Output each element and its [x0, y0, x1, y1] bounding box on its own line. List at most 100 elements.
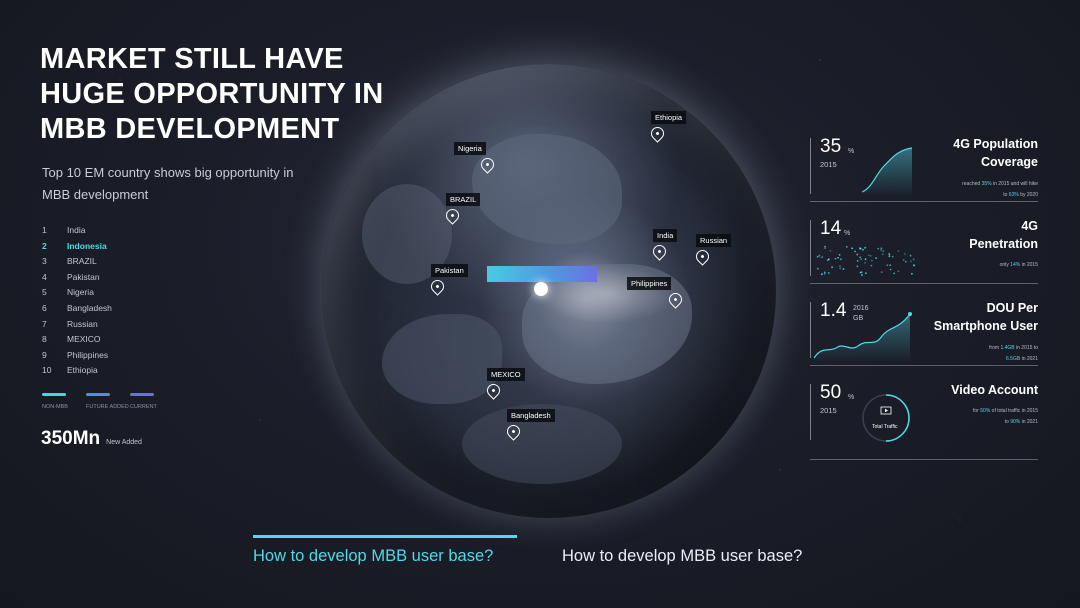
- divider: [810, 220, 811, 276]
- penetration-dot: [839, 265, 841, 268]
- country-list-item[interactable]: 4 Pakistan: [42, 270, 112, 286]
- country-rank: 1: [42, 225, 47, 235]
- penetration-dot: [862, 248, 864, 251]
- country-list-item[interactable]: 10 Ethiopia: [42, 363, 112, 379]
- legend-item-current: CURRENT: [130, 393, 162, 410]
- stat-description: only 14% in 2015: [999, 262, 1038, 268]
- map-pin-icon: [504, 422, 523, 441]
- map-marker-india[interactable]: India: [650, 225, 678, 261]
- penetration-dot: [870, 264, 873, 267]
- stat-description: from 1.4GB in 2015 to 6.5GB in 2021: [989, 345, 1038, 362]
- legend-swatch: [130, 393, 154, 396]
- country-rank: 10: [42, 365, 52, 376]
- penetration-dot: [826, 259, 829, 262]
- country-list-item[interactable]: 5 Nigeria: [42, 285, 112, 301]
- indonesia-data-bar: [487, 266, 597, 282]
- penetration-dot: [861, 274, 863, 276]
- penetration-dot: [854, 250, 856, 253]
- country-name: Bangladesh: [67, 302, 112, 313]
- stat-card-4g-penetration: 14 % 4G Penetration only 14% in 2015: [810, 214, 1038, 284]
- stat-year: 2015: [820, 406, 837, 415]
- penetration-dot: [867, 254, 870, 257]
- stat-card-video: 50 % 2015 Video Account for 50% of total…: [810, 378, 1038, 460]
- marker-label: Pakistan: [431, 264, 468, 277]
- new-added-value: 350Mn: [41, 428, 101, 449]
- map-pin-icon: [666, 290, 685, 309]
- divider: [810, 302, 811, 358]
- stat-card-4g-coverage: 35 % 2015 4G Population Coverage reached …: [810, 132, 1038, 202]
- tab-label: How to develop MBB user base?: [253, 547, 494, 565]
- penetration-dot: [859, 247, 861, 250]
- penetration-dot: [856, 260, 859, 262]
- marker-label: Bangladesh: [507, 409, 555, 422]
- map-marker-brazil[interactable]: BRAZIL: [443, 189, 481, 225]
- penetration-dot: [864, 247, 866, 249]
- map-pin-icon: [478, 155, 497, 174]
- country-list-item[interactable]: 8 MEXICO: [42, 332, 112, 348]
- country-name: Indonesia: [67, 240, 107, 251]
- penetration-dot: [824, 247, 826, 249]
- tab-active-indicator: [253, 535, 517, 538]
- penetration-dot: [881, 253, 884, 256]
- country-name: Philippines: [67, 349, 109, 360]
- country-rank: 3: [42, 256, 47, 267]
- map-marker-bangladesh[interactable]: Bangladesh: [504, 405, 555, 441]
- penetration-dot: [864, 258, 867, 261]
- penetration-dot: [888, 253, 891, 255]
- penetration-dot: [889, 268, 892, 271]
- penetration-dot: [893, 272, 896, 275]
- penetration-dot: [888, 255, 891, 257]
- country-rank: 9: [42, 349, 47, 360]
- penetration-dot: [816, 255, 819, 258]
- map-marker-mexico[interactable]: MEXICO: [484, 364, 525, 400]
- map-pin-icon: [648, 124, 667, 143]
- penetration-dot: [837, 256, 839, 259]
- country-name: Pakistan: [67, 271, 100, 282]
- page-subtitle: Top 10 EM country shows big opportunity …: [42, 165, 294, 202]
- penetration-dot: [851, 247, 854, 250]
- country-rank: 7: [42, 318, 47, 329]
- country-name: MEXICO: [67, 334, 101, 345]
- penetration-dot: [829, 250, 832, 252]
- landmass: [382, 314, 502, 404]
- legend-swatch: [42, 393, 66, 396]
- penetration-dot: [845, 246, 848, 248]
- penetration-dot: [821, 256, 823, 258]
- country-name: BRAZIL: [67, 256, 97, 267]
- country-list-item[interactable]: 9 Philippines: [42, 348, 112, 364]
- country-list-item[interactable]: 3 BRAZIL: [42, 254, 112, 270]
- map-pin-icon: [650, 242, 669, 261]
- country-rank: 2: [42, 240, 47, 251]
- map-marker-russian[interactable]: Russian: [693, 230, 732, 266]
- country-rank: 5: [42, 287, 47, 298]
- tab-mbb-user-base-active[interactable]: How to develop MBB user base?: [253, 535, 517, 566]
- penetration-dot: [834, 257, 837, 260]
- stat-description: for 50% of total traffic in 2015 to 90% …: [973, 408, 1038, 425]
- divider: [810, 138, 811, 194]
- donut-label: Total Traffic: [872, 424, 898, 430]
- tab-label: How to develop MBB user base?: [562, 547, 803, 565]
- map-marker-philippines[interactable]: Philippines: [627, 273, 685, 309]
- penetration-dot: [911, 272, 913, 275]
- stat-year: 2015: [820, 160, 837, 169]
- penetration-dot: [859, 256, 861, 259]
- country-list-item[interactable]: 6 Bangladesh: [42, 301, 112, 317]
- penetration-dot: [856, 265, 859, 268]
- country-list-item-active[interactable]: 2 Indonesia: [42, 239, 112, 255]
- country-list-item[interactable]: 1 India: [42, 223, 112, 239]
- map-marker-pakistan[interactable]: Pakistan: [428, 260, 468, 296]
- country-list-item[interactable]: 7 Russian: [42, 317, 112, 333]
- country-list: 1 India 2 Indonesia 3 BRAZIL 4 Pakistan 5 Nig…: [42, 223, 112, 379]
- earth-globe: [322, 64, 776, 518]
- page-title: MARKET STILL HAVE HUGE OPPORTUNITY IN MB…: [40, 43, 384, 145]
- penetration-dot: [823, 272, 826, 275]
- country-name: India: [67, 225, 86, 235]
- penetration-dot: [860, 258, 863, 261]
- country-name: Ethiopia: [67, 365, 98, 376]
- map-marker-nigeria[interactable]: Nigeria: [454, 138, 497, 174]
- tab-mbb-user-base[interactable]: How to develop MBB user base?: [562, 535, 802, 566]
- stat-value: 50: [820, 382, 842, 403]
- legend-label: CURRENT: [130, 404, 157, 410]
- stat-unit-year: 2016: [853, 305, 869, 312]
- map-marker-ethiopia[interactable]: Ethiopia: [648, 107, 687, 143]
